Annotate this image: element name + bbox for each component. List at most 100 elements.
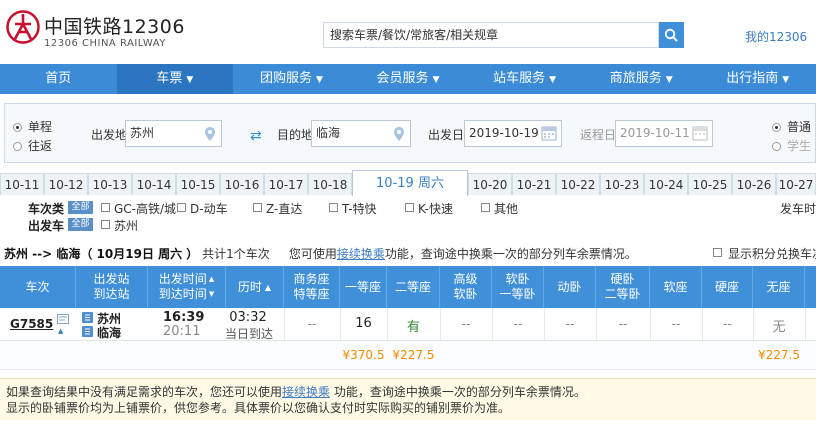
date-tab[interactable]: 10-27	[776, 173, 816, 195]
checkbox-z[interactable]	[253, 203, 262, 212]
from-station-input[interactable]: 苏州	[125, 120, 222, 147]
hard-sleeper: --	[618, 317, 628, 331]
depart-date-input[interactable]: 2019-10-19	[464, 120, 562, 147]
hint-prefix: 您可使用	[288, 247, 337, 261]
col-second: 二等座	[387, 266, 440, 308]
nav-item-label: 车票	[156, 71, 183, 86]
depart-date-label: 出发日	[428, 128, 465, 142]
col-label: 到达站	[93, 287, 130, 301]
notice-transfer-link[interactable]: 接续换乘	[282, 385, 330, 399]
train-info-icon[interactable]	[57, 314, 69, 324]
date-tab[interactable]: 10-25	[688, 173, 732, 195]
to-station-input[interactable]: 临海	[311, 120, 411, 147]
checkbox-k[interactable]	[405, 203, 414, 212]
nav-item-tickets[interactable]: 车票 ▼	[116, 64, 234, 94]
from-station-value: 苏州	[130, 126, 155, 140]
date-tab[interactable]: 10-23	[600, 173, 644, 195]
sort-icon[interactable]: ▲	[265, 280, 271, 295]
date-tab[interactable]: 10-21	[512, 173, 556, 195]
one-way-radio[interactable]: 单程	[13, 118, 52, 135]
date-tabs: 10-11 10-12 10-13 10-14 10-15 10-16 10-1…	[0, 170, 816, 196]
nav-item-group[interactable]: 团购服务 ▼	[233, 64, 350, 94]
route-text: 苏州 --> 临海（ 10月19日 周六 ）	[4, 247, 199, 261]
radio-icon	[13, 142, 22, 151]
nav-item-business[interactable]: 商旅服务 ▼	[583, 64, 700, 94]
date-tab[interactable]: 10-18	[308, 173, 352, 195]
first-class-seat[interactable]: 16	[340, 316, 387, 331]
site-header: 中国铁路12306 12306 CHINA RAILWAY 搜索车票/餐饮/常旅…	[0, 0, 816, 64]
date-tab[interactable]: 10-15	[176, 173, 220, 195]
col-hard-second: 硬卧 二等卧	[596, 266, 650, 308]
calendar-icon[interactable]	[541, 125, 557, 141]
second-class-seat[interactable]: 有	[387, 316, 440, 335]
nav-item-member[interactable]: 会员服务 ▼	[350, 64, 467, 94]
station-all-button[interactable]: 全部	[68, 218, 93, 231]
brand-subtitle: 12306 CHINA RAILWAY	[44, 38, 166, 49]
round-trip-radio[interactable]: 往返	[13, 137, 52, 154]
date-tab[interactable]: 10-26	[732, 173, 776, 195]
nav-item-home[interactable]: 首页	[0, 64, 117, 94]
chevron-down-icon: ▼	[315, 75, 323, 85]
search-input[interactable]: 搜索车票/餐饮/常旅客/相关规章	[323, 22, 659, 48]
date-tab[interactable]: 10-16	[220, 173, 264, 195]
col-first: 一等座	[340, 266, 387, 308]
date-tab[interactable]: 10-14	[132, 173, 176, 195]
search-button[interactable]	[659, 22, 684, 48]
table-row[interactable]: G7585 ▲ 苏州 临海 16:39 20:11 03:32 当日到达 -- …	[0, 308, 816, 341]
date-tab-selected[interactable]: 10-19 周六	[352, 170, 468, 196]
col-stations[interactable]: 出发站 到达站	[76, 266, 148, 308]
main-nav: 首页 车票 ▼ 团购服务 ▼ 会员服务 ▼ 站车服务 ▼ 商旅服务 ▼ 出行指南 ▼	[0, 64, 816, 94]
hard-seat: --	[723, 317, 732, 331]
dong-sleeper: --	[565, 317, 575, 331]
col-duration[interactable]: 历时 ▲	[226, 266, 284, 308]
col-train[interactable]: 车次	[0, 266, 76, 308]
date-tab[interactable]: 10-12	[44, 173, 88, 195]
date-tab[interactable]: 10-17	[264, 173, 308, 195]
round-trip-label: 往返	[28, 139, 53, 153]
date-tab[interactable]: 10-22	[556, 173, 600, 195]
checkbox-station[interactable]	[101, 220, 110, 229]
notice-suffix: 功能，查询途中换乘一次的部分列车余票情况。	[330, 385, 586, 399]
nav-item-guide[interactable]: 出行指南 ▼	[699, 64, 816, 94]
points-option-label: 显示积分兑换车次	[728, 247, 816, 261]
price-second-class: ¥227.5	[392, 348, 435, 362]
col-label: 出发站	[93, 272, 130, 286]
train-count: 共计1个车次	[202, 247, 270, 261]
date-tab[interactable]: 10-20	[468, 173, 512, 195]
date-tab[interactable]: 10-13	[88, 173, 132, 195]
passenger-student-radio[interactable]: 学生	[772, 137, 811, 154]
filter-station-label: 苏州	[114, 219, 139, 233]
location-pin-icon[interactable]	[204, 126, 216, 142]
checkbox-t[interactable]	[329, 203, 338, 212]
brand-title[interactable]: 中国铁路12306	[44, 12, 185, 39]
expand-icon[interactable]: ▲	[58, 327, 63, 335]
location-pin-icon[interactable]	[393, 126, 405, 142]
passenger-normal-radio[interactable]: 普通	[772, 118, 811, 135]
calendar-icon[interactable]	[692, 125, 708, 141]
transfer-link[interactable]: 接续换乘	[337, 247, 385, 261]
sort-icon[interactable]: ▲ ▼	[209, 272, 214, 302]
passenger-student-label: 学生	[787, 139, 812, 153]
railway-logo-icon[interactable]	[6, 10, 40, 44]
return-date-input[interactable]: 2019-10-11	[615, 120, 713, 147]
checkbox-d[interactable]	[177, 203, 186, 212]
checkbox-other[interactable]	[481, 203, 490, 212]
points-checkbox[interactable]	[713, 248, 722, 257]
train-number-link[interactable]: G7585	[10, 317, 53, 331]
date-tab[interactable]: 10-24	[644, 173, 688, 195]
col-adv-soft: 高级 软卧	[440, 266, 492, 308]
price-first-class: ¥370.5	[342, 348, 385, 362]
business-seat: --	[307, 317, 317, 331]
nav-item-station[interactable]: 站车服务 ▼	[466, 64, 583, 94]
swap-stations-icon[interactable]: ⇄	[250, 128, 262, 144]
my-account-link[interactable]: 我的12306	[745, 28, 807, 45]
date-tab[interactable]: 10-11	[0, 173, 44, 195]
col-label: 软卧	[453, 287, 478, 301]
col-times[interactable]: 出发时间 到达时间 ▲ ▼	[148, 266, 226, 308]
checkbox-gc[interactable]	[101, 203, 110, 212]
adv-soft-sleeper: --	[461, 317, 471, 331]
train-type-all-button[interactable]: 全部	[68, 201, 93, 214]
col-label: 到达时间	[158, 287, 207, 301]
col-soft-first: 软卧 一等卧	[492, 266, 544, 308]
depart-time-label: 发车时	[780, 202, 816, 216]
